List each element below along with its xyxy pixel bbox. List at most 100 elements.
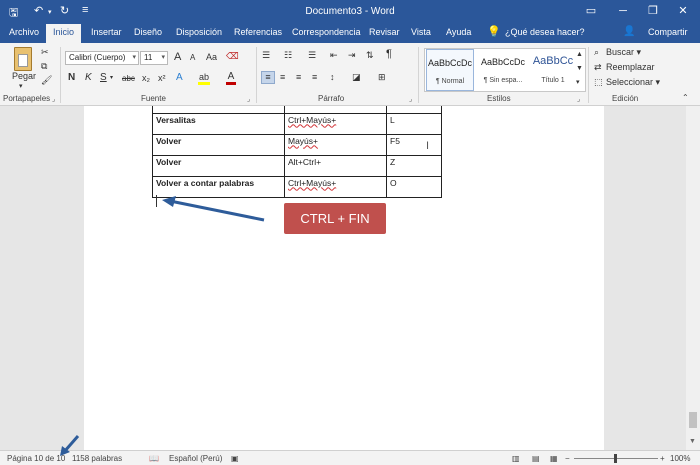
- underline-dropdown-icon[interactable]: ▾: [110, 74, 113, 81]
- styles-scroll-up-icon[interactable]: ▲: [576, 51, 583, 58]
- tab-correspondencia[interactable]: Correspondencia: [292, 27, 361, 37]
- tab-vista[interactable]: Vista: [411, 27, 431, 37]
- strikethrough-button[interactable]: abc: [122, 74, 135, 83]
- restore-button[interactable]: ❐: [638, 0, 668, 24]
- font-name-combo[interactable]: Calibri (Cuerpo) ▾: [65, 51, 139, 65]
- borders-icon[interactable]: ⊞: [378, 72, 386, 83]
- superscript-button[interactable]: x²: [158, 73, 166, 83]
- table-cell-key[interactable]: F5: [386, 133, 442, 156]
- table-cell-keys[interactable]: Mayús+: [284, 133, 387, 156]
- increase-indent-icon[interactable]: ⇥: [348, 50, 356, 61]
- paste-dropdown-icon[interactable]: ▾: [19, 82, 23, 90]
- tab-insertar[interactable]: Insertar: [91, 27, 122, 37]
- numbering-icon[interactable]: ☷: [284, 50, 292, 61]
- tell-me-search[interactable]: ¿Qué desea hacer?: [505, 27, 585, 37]
- clipboard-launcher-icon[interactable]: ⌟: [52, 95, 55, 103]
- table-cell-action[interactable]: Versalitas: [152, 112, 285, 135]
- tab-diseno[interactable]: Diseño: [134, 27, 162, 37]
- lightbulb-icon[interactable]: 💡: [487, 25, 501, 38]
- table-cell[interactable]: [152, 106, 285, 114]
- share-icon[interactable]: 👤: [623, 26, 635, 37]
- tab-disposicion[interactable]: Disposición: [176, 27, 222, 37]
- copy-icon[interactable]: ⧉: [41, 61, 47, 72]
- change-case-icon[interactable]: Aa: [206, 52, 217, 62]
- bullets-icon[interactable]: ☰: [262, 50, 270, 61]
- table-cell-key[interactable]: Z: [386, 154, 442, 177]
- line-spacing-icon[interactable]: ↕: [330, 72, 335, 82]
- find-button[interactable]: Buscar ▾: [606, 47, 641, 58]
- select-button[interactable]: Seleccionar ▾: [606, 77, 660, 88]
- replace-button[interactable]: Reemplazar: [606, 62, 655, 72]
- table-cell-action[interactable]: Volver: [152, 133, 285, 156]
- ribbon-display-options-button[interactable]: ▭: [576, 0, 606, 24]
- multilevel-list-icon[interactable]: ☰: [308, 50, 316, 61]
- grow-font-icon[interactable]: A: [174, 51, 181, 63]
- font-launcher-icon[interactable]: ⌟: [247, 95, 250, 103]
- macro-icon[interactable]: ▣: [231, 454, 239, 463]
- table-cell-keys[interactable]: Ctrl+Mayús+: [284, 112, 387, 135]
- minimize-button[interactable]: ─: [608, 0, 638, 24]
- paste-icon[interactable]: [14, 47, 32, 71]
- bold-button[interactable]: N: [68, 72, 75, 83]
- font-color-button[interactable]: A: [226, 71, 236, 85]
- styles-launcher-icon[interactable]: ⌟: [577, 95, 580, 103]
- proofing-icon[interactable]: 📖: [149, 454, 159, 463]
- decrease-indent-icon[interactable]: ⇤: [330, 50, 338, 61]
- cut-icon[interactable]: ✂: [41, 47, 49, 58]
- align-left-icon[interactable]: ≡: [261, 71, 275, 84]
- style-normal[interactable]: AaBbCcDc ¶ Normal: [426, 49, 474, 91]
- read-mode-icon[interactable]: ▤: [532, 454, 540, 463]
- zoom-in-icon[interactable]: +: [660, 454, 665, 463]
- format-painter-icon[interactable]: 🖌: [41, 75, 52, 86]
- clear-formatting-icon[interactable]: ⌫: [226, 51, 239, 62]
- close-button[interactable]: ✕: [668, 0, 698, 24]
- tab-referencias[interactable]: Referencias: [234, 27, 282, 37]
- table-cell-action[interactable]: Volver a contar palabras: [152, 175, 285, 198]
- paragraph-launcher-icon[interactable]: ⌟: [409, 95, 412, 103]
- table-cell-key[interactable]: L: [386, 112, 442, 135]
- zoom-level[interactable]: 100%: [670, 454, 690, 463]
- styles-scroll-down-icon[interactable]: ▼: [576, 65, 583, 72]
- subscript-button[interactable]: x₂: [142, 73, 150, 83]
- italic-button[interactable]: K: [85, 72, 92, 83]
- tab-archivo[interactable]: Archivo: [9, 27, 39, 37]
- show-marks-icon[interactable]: ¶: [386, 48, 392, 60]
- align-center-icon[interactable]: ≡: [280, 72, 285, 82]
- table-cell[interactable]: [386, 106, 442, 114]
- scrollbar-thumb[interactable]: [689, 412, 697, 428]
- shading-icon[interactable]: ◪: [352, 72, 361, 83]
- shrink-font-icon[interactable]: A: [190, 53, 195, 62]
- styles-more-icon[interactable]: ▾: [576, 78, 580, 86]
- sort-icon[interactable]: ⇅: [366, 50, 374, 61]
- underline-button[interactable]: S: [100, 72, 107, 83]
- style-no-spacing[interactable]: AaBbCcDc ¶ Sin espa...: [477, 49, 529, 91]
- document-page[interactable]: Versalitas Ctrl+Mayús+ L Volver Mayús+ F…: [84, 106, 604, 450]
- table-cell-keys[interactable]: Ctrl+Mayús+: [284, 175, 387, 198]
- share-button[interactable]: Compartir: [648, 27, 688, 37]
- table-cell[interactable]: [284, 106, 387, 114]
- paste-button[interactable]: Pegar: [11, 71, 37, 81]
- print-layout-icon[interactable]: ▦: [550, 454, 558, 463]
- table-cell-keys[interactable]: Alt+Ctrl+: [284, 154, 387, 177]
- text-effects-button[interactable]: A: [176, 72, 183, 83]
- focus-mode-icon[interactable]: ▥: [512, 454, 520, 463]
- tab-ayuda[interactable]: Ayuda: [446, 27, 471, 37]
- tab-inicio[interactable]: Inicio: [46, 24, 82, 43]
- style-preview: AaBbCcDc: [427, 58, 472, 68]
- table-cell-action[interactable]: Volver: [152, 154, 285, 177]
- zoom-out-icon[interactable]: −: [565, 454, 570, 463]
- highlight-button[interactable]: ab: [198, 72, 210, 85]
- scroll-down-icon[interactable]: ▼: [689, 438, 696, 445]
- vertical-scrollbar[interactable]: ▼: [686, 106, 700, 450]
- language-indicator[interactable]: Español (Perú): [169, 454, 222, 463]
- table-cell-key[interactable]: O: [386, 175, 442, 198]
- collapse-ribbon-icon[interactable]: ⌃: [682, 93, 689, 102]
- zoom-slider-thumb[interactable]: [614, 454, 617, 463]
- arrow-shaft: [169, 199, 265, 222]
- page-count[interactable]: Página 10 de 10: [7, 454, 65, 463]
- style-heading-1[interactable]: AaBbCc Título 1: [531, 49, 575, 91]
- tab-revisar[interactable]: Revisar: [369, 27, 400, 37]
- font-size-combo[interactable]: 11 ▾: [140, 51, 168, 65]
- justify-icon[interactable]: ≡: [312, 72, 317, 82]
- align-right-icon[interactable]: ≡: [296, 72, 301, 82]
